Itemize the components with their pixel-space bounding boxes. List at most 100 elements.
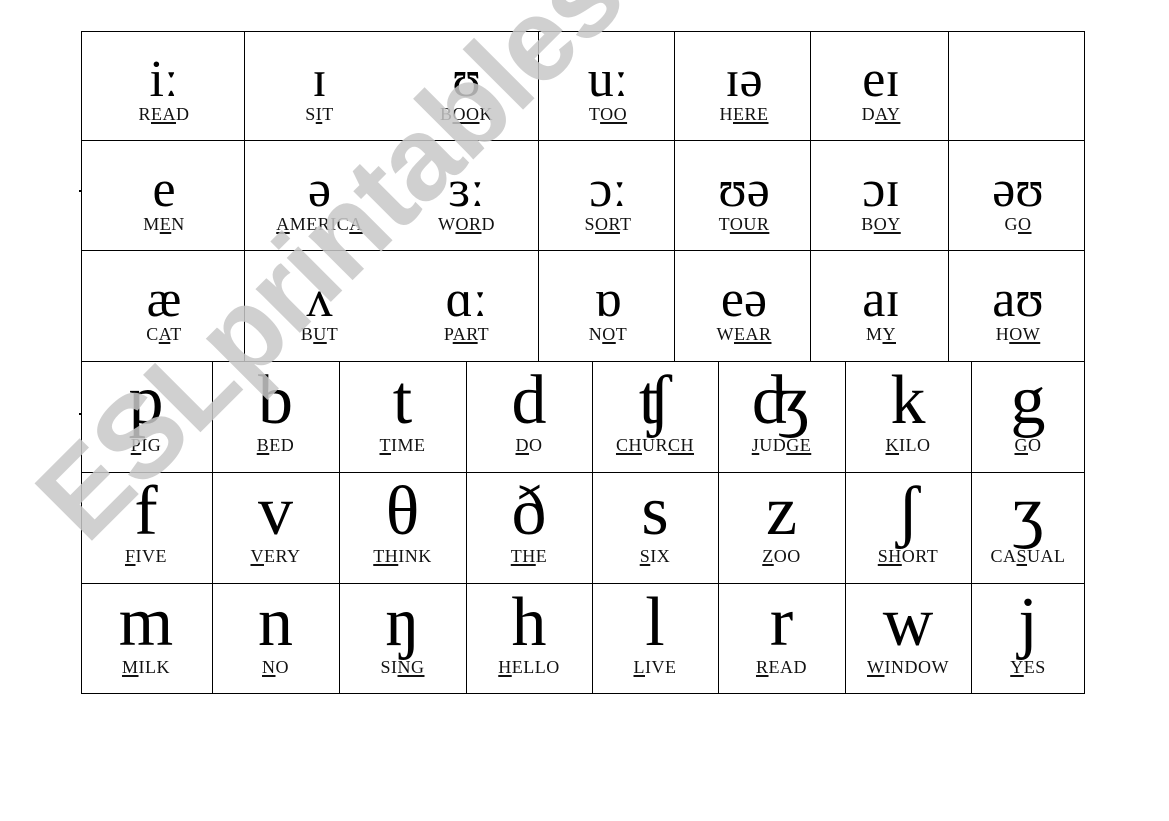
example-word: TIME <box>340 435 466 456</box>
example-word: NOT <box>540 324 676 345</box>
vowel-phoneme: aɪ MY <box>812 252 950 363</box>
word-letters: ES <box>1023 656 1046 677</box>
phoneme-symbol: g <box>1010 361 1046 439</box>
consonant-phoneme: θ THINK <box>339 472 467 584</box>
example-word: WORD <box>393 214 540 235</box>
word-letters: IG <box>141 434 162 455</box>
word-letters: ELLO <box>511 656 560 677</box>
vowel-phoneme: e MEN <box>82 142 246 252</box>
example-word: READ <box>719 657 845 678</box>
consonant-phoneme: f FIVE <box>80 472 213 584</box>
example-word: HOW <box>950 324 1086 345</box>
highlighted-letters: OUR <box>729 214 770 234</box>
empty-phoneme-slot <box>950 32 1086 142</box>
word-letters: IVE <box>645 656 677 677</box>
consonant-phoneme: n NO <box>213 583 340 694</box>
highlighted-letters: B <box>256 434 270 455</box>
phoneme-symbol: h <box>511 583 547 661</box>
word-letters: INK <box>398 545 432 566</box>
word-letters: EAD <box>768 656 807 677</box>
example-word: WINDOW <box>846 657 971 678</box>
phoneme-symbol: w <box>882 583 934 661</box>
vowel-phoneme: eɪ DAY <box>812 32 950 142</box>
phoneme-symbol: iː <box>149 51 179 108</box>
example-word: CHURCH <box>593 435 718 456</box>
word-letters: MERIC <box>289 214 350 234</box>
word-letters: W <box>437 214 456 234</box>
highlighted-letters: EA <box>151 104 176 124</box>
highlighted-letters: S <box>1016 545 1028 566</box>
example-word: THE <box>467 546 592 567</box>
phoneme-symbol: aɪ <box>862 271 900 328</box>
highlighted-letters: OR <box>455 214 482 234</box>
phoneme-symbol: ʃ <box>896 472 920 550</box>
example-word: DAY <box>812 104 950 125</box>
phoneme-symbol: d <box>511 361 547 439</box>
word-letters: M <box>143 214 160 234</box>
highlighted-letters: Z <box>762 545 774 566</box>
word-letters: IVE <box>135 545 167 566</box>
consonant-phoneme: l LIVE <box>593 583 719 694</box>
phoneme-symbol: eɪ <box>862 51 900 108</box>
consonant-phoneme: ʤ JUDGE <box>718 361 846 473</box>
highlighted-letters: A <box>349 214 363 234</box>
highlighted-letters: ERE <box>733 104 769 124</box>
vowel-phoneme: ɑː PART <box>393 252 540 363</box>
word-letters: T <box>322 104 334 124</box>
highlighted-letters: EAR <box>734 324 772 344</box>
example-word: GO <box>950 214 1086 235</box>
word-letters: T <box>477 324 490 344</box>
highlighted-letters: V <box>250 545 264 566</box>
example-word: MILK <box>81 657 212 678</box>
highlighted-letters: E <box>159 214 172 234</box>
example-word: PIG <box>81 435 212 456</box>
phoneme-symbol: z <box>765 472 798 550</box>
consonant-phoneme: w WINDOW <box>846 583 972 694</box>
word-letters: T <box>718 214 730 234</box>
word-letters: O <box>275 656 289 677</box>
highlighted-letters: AR <box>452 324 478 344</box>
vowel-phoneme: ɪ SIT <box>246 32 393 142</box>
consonant-phoneme: ʃ SHORT <box>845 472 972 584</box>
consonant-phoneme: j YES <box>972 584 1085 694</box>
highlighted-letters: S <box>639 545 651 566</box>
consonant-phoneme: d DO <box>466 361 593 473</box>
example-word: TOUR <box>676 214 812 235</box>
highlighted-letters: U <box>313 324 327 344</box>
example-word: BOY <box>812 214 950 235</box>
word-letters: ED <box>269 434 295 455</box>
example-word: TOO <box>540 104 676 125</box>
word-letters: B <box>439 104 453 124</box>
example-word: DO <box>467 435 592 456</box>
highlighted-letters: OO <box>452 104 480 124</box>
phoneme-symbol: f <box>134 472 158 550</box>
example-word: CASUAL <box>972 546 1085 567</box>
highlighted-letters: G <box>1014 434 1028 455</box>
highlighted-letters: OR <box>595 214 620 234</box>
phoneme-symbol: uː <box>587 51 629 108</box>
word-letters: B <box>300 324 314 344</box>
example-word: KILO <box>846 435 971 456</box>
vowel-phoneme: aʊ HOW <box>950 252 1086 363</box>
word-letters: C <box>146 324 159 344</box>
margin-mark <box>79 190 82 192</box>
word-letters: K <box>479 104 493 124</box>
example-word: VERY <box>213 546 339 567</box>
word-letters: ILO <box>899 434 931 455</box>
example-word: PART <box>393 324 540 345</box>
phoneme-symbol: ʌ <box>306 271 333 328</box>
phoneme-symbol: p <box>128 361 164 439</box>
highlighted-letters: A <box>158 324 171 344</box>
example-word: SIT <box>246 104 393 125</box>
word-letters: ERY <box>263 545 301 566</box>
example-word: BED <box>213 435 339 456</box>
phoneme-symbol: ʧ <box>638 361 672 439</box>
word-letters: O <box>529 434 543 455</box>
phoneme-symbol: e <box>152 161 176 218</box>
word-letters: W <box>716 324 734 344</box>
vowel-phoneme: ɔɪ BOY <box>812 142 950 252</box>
phoneme-symbol: k <box>890 361 926 439</box>
example-word: ZOO <box>719 546 845 567</box>
example-word: CAT <box>82 324 246 345</box>
word-letters: D <box>176 104 190 124</box>
